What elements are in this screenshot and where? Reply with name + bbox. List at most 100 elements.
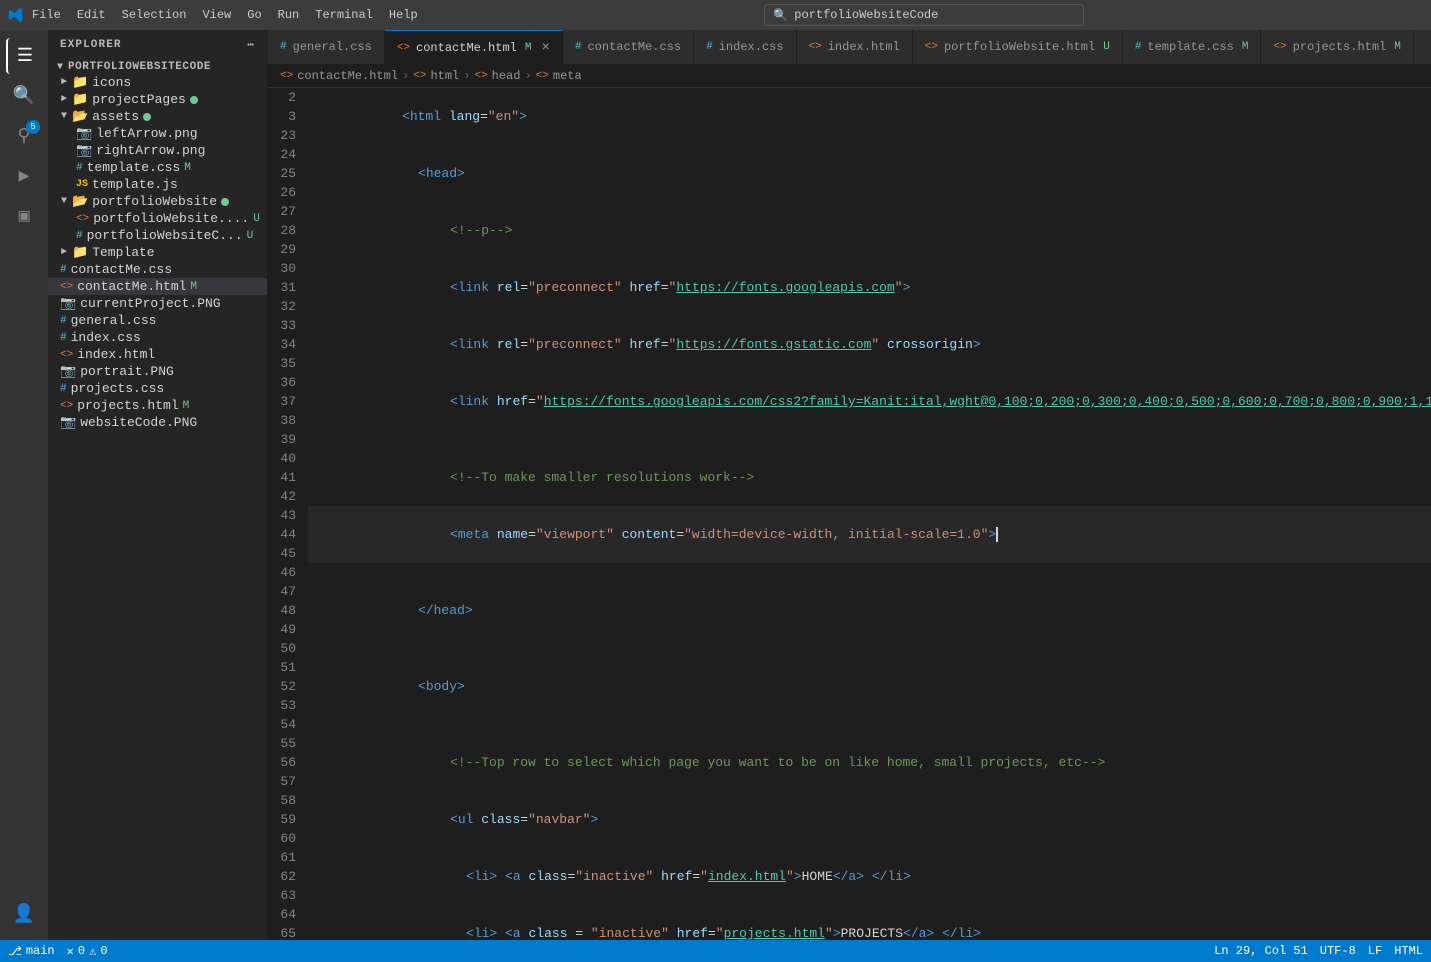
menu-view[interactable]: View [202,8,231,22]
tab-badge: M [1242,41,1249,53]
menu-edit[interactable]: Edit [77,8,106,22]
tab-icon: <> [397,42,410,54]
untracked-badge: U [247,230,254,242]
tab-icon: # [575,41,582,53]
menu-file[interactable]: File [32,8,61,22]
breadcrumb-html-icon3: <> [474,70,487,82]
menu-help[interactable]: Help [389,8,418,22]
activity-explorer[interactable]: ☰ [6,38,42,74]
folder-open-icon: 📂 [72,109,88,124]
file-contactme-css[interactable]: # contactMe.css [48,261,267,278]
folder-template[interactable]: ► 📁 Template [48,244,267,261]
file-template-js[interactable]: JS template.js [48,176,267,193]
tab-label: index.html [828,40,900,54]
breadcrumb-meta[interactable]: meta [553,69,582,83]
code-editor[interactable]: 2 3 23 24 25 26 27 28 29 30 31 32 33 34 … [268,88,1431,940]
file-pw-html[interactable]: <> portfolioWebsite.... U [48,210,267,227]
html-icon: <> [60,400,73,412]
status-branch[interactable]: ⎇ main [8,944,55,959]
activity-source-control[interactable]: ⚲ 5 [6,118,42,154]
folder-icons[interactable]: ► 📁 icons [48,74,267,91]
activity-search[interactable]: 🔍 [6,78,42,114]
file-label: portrait.PNG [80,364,174,379]
status-errors[interactable]: ✕ 0 ⚠ 0 [67,944,108,959]
project-root[interactable]: ▼ PORTFOLIOWEBSITECODE [48,60,267,74]
image-icon: 📷 [60,296,76,311]
file-portrait[interactable]: 📷 portrait.PNG [48,363,267,380]
search-icon: 🔍 [13,85,35,107]
new-file-icon[interactable]: ⋯ [247,38,255,52]
icons-arrow: ► [56,77,72,88]
file-template-css[interactable]: # template.css M [48,159,267,176]
tab-portfoliowebsite-html[interactable]: <> portfolioWebsite.html U [913,30,1123,64]
file-projects-html[interactable]: <> projects.html M [48,397,267,414]
source-control-badge: 5 [26,120,40,134]
tab-contactme-css[interactable]: # contactMe.css [563,30,694,64]
file-currentproject[interactable]: 📷 currentProject.PNG [48,295,267,312]
explorer-icon: ☰ [17,45,33,67]
folder-label: Template [92,245,154,260]
file-index-css[interactable]: # index.css [48,329,267,346]
sidebar-header-icons[interactable]: ⋯ [247,38,255,52]
status-cursor[interactable]: Ln 29, Col 51 [1214,944,1308,958]
status-line-ending[interactable]: LF [1368,944,1382,958]
folder-projectpages[interactable]: ► 📁 projectPages [48,91,267,108]
css-icon: # [60,315,67,327]
activity-run[interactable]: ▶ [6,158,42,194]
folder-open-icon: 📂 [72,194,88,209]
folder-assets[interactable]: ▼ 📂 assets [48,108,267,125]
menu-terminal[interactable]: Terminal [315,8,373,22]
titlebar-menu[interactable]: File Edit Selection View Go Run Terminal… [32,8,418,22]
breadcrumb-sep2: › [463,69,470,83]
tab-general-css[interactable]: # general.css [268,30,385,64]
activity-avatar[interactable]: 👤 [6,896,42,932]
image-icon: 📷 [60,364,76,379]
folder-portfoliowebsite[interactable]: ▼ 📂 portfolioWebsite [48,193,267,210]
avatar-icon: 👤 [13,903,35,925]
menu-run[interactable]: Run [278,8,300,22]
status-language[interactable]: HTML [1394,944,1423,958]
error-count: 0 [78,944,85,958]
line-ending-label: LF [1368,944,1382,958]
file-label: portfolioWebsite.... [93,211,249,226]
tab-index-css[interactable]: # index.css [694,30,796,64]
file-rightarrow[interactable]: 📷 rightArrow.png [48,142,267,159]
tab-projects-html[interactable]: <> projects.html M [1261,30,1413,64]
file-general-css[interactable]: # general.css [48,312,267,329]
tab-close-icon[interactable]: × [541,40,549,56]
untracked-badge: U [253,213,260,225]
template-arrow: ► [56,247,72,258]
breadcrumb-html[interactable]: html [430,69,459,83]
code-content[interactable]: <html lang="en"> <head> <!--p--> <link r… [308,88,1431,940]
branch-name: main [26,944,55,958]
breadcrumb-file[interactable]: contactMe.html [297,69,398,83]
search-text: portfolioWebsiteCode [794,8,938,22]
run-icon: ▶ [19,165,30,187]
code-line [308,639,1431,658]
activity-extensions[interactable]: ▣ [6,198,42,234]
file-label: projects.html [77,398,178,413]
breadcrumb-head[interactable]: head [492,69,521,83]
file-pw-css[interactable]: # portfolioWebsiteC... U [48,227,267,244]
search-box[interactable]: 🔍 portfolioWebsiteCode [764,4,1084,26]
menu-go[interactable]: Go [247,8,261,22]
tab-index-html[interactable]: <> index.html [797,30,913,64]
code-line: <!--Top row to select which page you wan… [308,734,1431,791]
status-encoding[interactable]: UTF-8 [1320,944,1356,958]
tab-contactme-html[interactable]: <> contactMe.html M × [385,30,563,64]
file-websitecode[interactable]: 📷 websiteCode.PNG [48,414,267,431]
menu-selection[interactable]: Selection [122,8,187,22]
breadcrumb-html-icon: <> [280,70,293,82]
file-leftarrow[interactable]: 📷 leftArrow.png [48,125,267,142]
warning-icon: ⚠ [89,944,96,959]
tab-template-css[interactable]: # template.css M [1123,30,1262,64]
titlebar: File Edit Selection View Go Run Terminal… [0,0,1431,30]
sidebar-header: EXPLORER ⋯ [48,30,267,60]
code-line-cursor: <meta name="viewport" content="width=dev… [308,506,1431,563]
file-contactme-html[interactable]: <> contactMe.html M [48,278,267,295]
assets-arrow: ▼ [56,111,72,122]
file-projects-css[interactable]: # projects.css [48,380,267,397]
file-index-html[interactable]: <> index.html [48,346,267,363]
status-bar: ⎇ main ✕ 0 ⚠ 0 Ln 29, Col 51 UTF-8 LF HT… [0,940,1431,962]
extensions-icon: ▣ [19,205,30,227]
